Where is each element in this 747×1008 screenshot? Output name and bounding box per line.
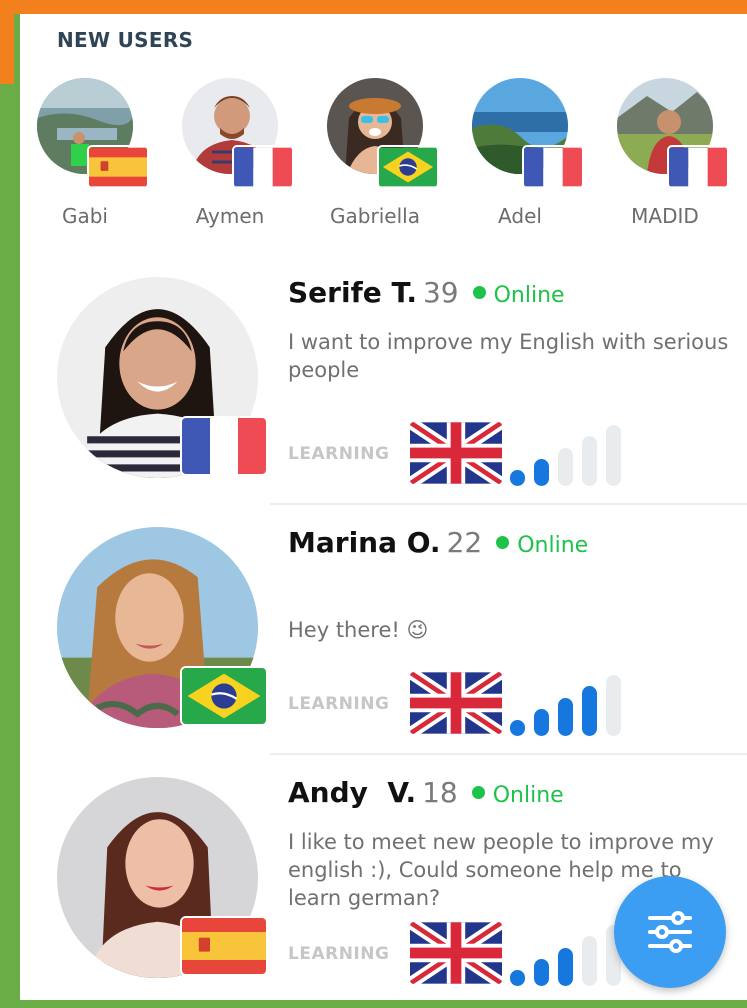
user-age: 22: [446, 526, 483, 559]
online-status: Online: [492, 783, 564, 808]
level-bar: [606, 675, 621, 736]
user-name: Marina O.: [288, 526, 441, 559]
user-name-line: Andy V. 18 Online: [288, 776, 564, 809]
uk-flag: [410, 422, 502, 484]
uk-flag: [410, 672, 502, 734]
level-meter: [510, 916, 630, 986]
france-flag: [232, 145, 294, 189]
online-dot-icon: [472, 286, 486, 299]
learning-label: LEARNING: [288, 944, 390, 964]
level-bar: [582, 436, 597, 486]
level-bar: [606, 425, 621, 486]
learning-label: LEARNING: [288, 694, 390, 714]
new-user-name: Gabi: [61, 204, 108, 228]
online-dot-icon: [496, 536, 510, 549]
level-bar: [582, 686, 597, 736]
new-user-adel[interactable]: Adel: [455, 76, 585, 236]
level-bar: [534, 709, 549, 736]
level-bar: [534, 959, 549, 986]
user-name: Serife T.: [288, 276, 417, 309]
new-user-gabriella[interactable]: Gabriella: [310, 76, 440, 236]
level-meter: [510, 416, 630, 486]
level-bar: [510, 720, 525, 736]
card-divider: [270, 753, 747, 755]
level-bar: [558, 448, 573, 486]
new-user-name: Adel: [498, 204, 542, 228]
user-name-line: Marina O. 22 Online: [288, 526, 588, 559]
level-bar: [510, 470, 525, 486]
new-user-name: Gabriella: [330, 204, 420, 228]
france-flag: [180, 416, 268, 476]
level-bar: [534, 459, 549, 486]
user-bio: I want to improve my English with seriou…: [288, 330, 729, 382]
filter-button[interactable]: [614, 876, 726, 988]
brazil-flag: [377, 145, 439, 189]
level-bar: [582, 936, 597, 986]
online-status: Online: [517, 533, 589, 558]
new-user-name: MADID: [631, 204, 699, 228]
level-bar: [558, 698, 573, 736]
user-age: 18: [422, 776, 458, 809]
card-divider: [270, 503, 747, 505]
user-card-marina[interactable]: Marina O. 22 Online Hey there! 😉 LEARNIN…: [20, 516, 747, 766]
user-name-line: Serife T. 39 Online: [288, 276, 565, 309]
uk-flag: [410, 922, 502, 984]
new-users-title: NEW USERS: [57, 28, 194, 52]
spain-flag: [87, 145, 149, 189]
new-user-aymen[interactable]: Aymen: [165, 76, 295, 236]
frame-left-accent: [0, 0, 14, 84]
france-flag: [667, 145, 729, 189]
user-bio: Hey there! 😉: [288, 618, 429, 642]
level-bar: [558, 948, 573, 986]
level-bar: [510, 970, 525, 986]
learning-label: LEARNING: [288, 444, 390, 464]
spain-flag: [180, 916, 268, 976]
new-user-gabi[interactable]: Gabi: [20, 76, 150, 236]
user-name: Andy V.: [288, 776, 417, 809]
online-status: Online: [493, 283, 565, 308]
online-dot-icon: [471, 786, 485, 799]
sliders-icon: [648, 911, 692, 953]
france-flag: [522, 145, 584, 189]
user-age: 39: [422, 276, 459, 309]
new-user-madid[interactable]: MADID: [600, 76, 730, 236]
new-user-name: Aymen: [195, 204, 265, 228]
level-meter: [510, 666, 630, 736]
app-panel: NEW USERS Gabi Aymen Gabriella Adel MADI…: [20, 14, 747, 1000]
frame-top-accent: [0, 0, 747, 14]
user-card-serife[interactable]: Serife T. 39 Online I want to improve my…: [20, 266, 747, 516]
brazil-flag: [180, 666, 268, 726]
